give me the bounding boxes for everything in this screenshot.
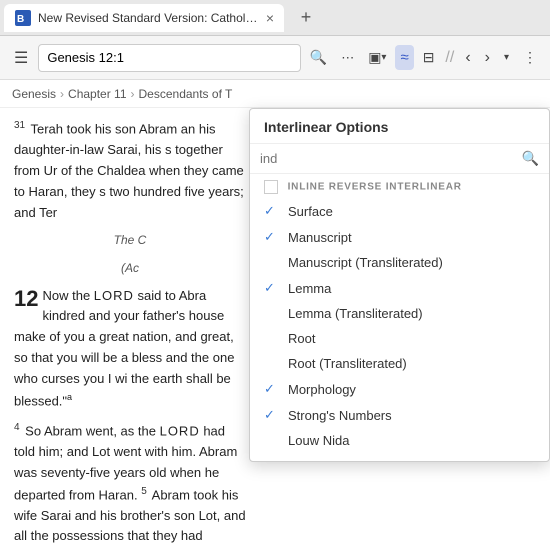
option-lemma[interactable]: ✓ Lemma <box>250 275 549 301</box>
verse-12-1: 12 Now the Lord said to Abra kindred and… <box>14 286 246 412</box>
verse-num-5: 5 <box>141 486 147 497</box>
check-icon-strongs: ✓ <box>264 407 280 423</box>
tab-bar: B New Revised Standard Version: Catholic… <box>0 0 550 36</box>
forward-icon: › <box>485 49 490 67</box>
verse-31: 31 Terah took his son Abram an his daugh… <box>14 118 246 223</box>
search-button[interactable]: 🔍 <box>305 45 332 70</box>
option-manuscript-trans[interactable]: Manuscript (Transliterated) <box>250 250 549 275</box>
check-icon-morphology: ✓ <box>264 381 280 397</box>
interlinear-icon: ≈ <box>400 49 408 66</box>
options-list: ✓ Surface ✓ Manuscript Manuscript (Translite… <box>250 198 549 453</box>
option-root-trans[interactable]: Root (Transliterated) <box>250 351 549 376</box>
breadcrumb-sep2: › <box>131 87 135 101</box>
option-label-morphology: Morphology <box>288 382 535 397</box>
check-icon-lemma: ✓ <box>264 280 280 296</box>
dropdown-title: Interlinear Options <box>250 109 549 144</box>
new-tab-button[interactable]: + <box>292 4 320 32</box>
lord-text-2: Lord <box>160 423 200 438</box>
share-button[interactable]: ⋯ <box>336 46 359 70</box>
option-surface[interactable]: ✓ Surface <box>250 198 549 224</box>
share-icon: ⋯ <box>341 50 354 66</box>
toolbar-divider: // <box>445 49 454 67</box>
search-row: 🔍 <box>250 144 549 174</box>
option-louw-nida[interactable]: Louw Nida <box>250 428 549 453</box>
menu-button[interactable]: ☰ <box>8 44 34 72</box>
option-manuscript[interactable]: ✓ Manuscript <box>250 224 549 250</box>
option-label-lemma-trans: Lemma (Transliterated) <box>288 306 535 321</box>
dropdown-search-input[interactable] <box>260 151 516 166</box>
option-label-manuscript: Manuscript <box>288 230 535 245</box>
breadcrumb-genesis[interactable]: Genesis <box>12 87 56 101</box>
chevron-down-icon: ▾ <box>381 52 386 63</box>
option-label-manuscript-trans: Manuscript (Transliterated) <box>288 255 535 270</box>
footnote-a: a <box>67 392 72 402</box>
verse-num-31: 31 <box>14 120 25 131</box>
section-checkbox <box>264 180 278 194</box>
chevron-icon: ▾ <box>504 52 509 63</box>
option-lemma-trans[interactable]: Lemma (Transliterated) <box>250 301 549 326</box>
option-label-lemma: Lemma <box>288 281 535 296</box>
check-icon-surface: ✓ <box>264 203 280 219</box>
option-label-surface: Surface <box>288 204 535 219</box>
tab-favicon: B <box>14 9 32 27</box>
breadcrumb-chapter[interactable]: Chapter 11 <box>68 87 126 101</box>
toolbar: ☰ 🔍 ⋯ ▣ ▾ ≈ ⊟ // ‹ › ▾ ⋮ <box>0 36 550 80</box>
chapter-heading-1: The C <box>14 231 246 250</box>
breadcrumb-section[interactable]: Descendants of T <box>139 87 233 101</box>
columns-button[interactable]: ⊟ <box>418 45 440 70</box>
verse-num-4: 4 <box>14 422 20 433</box>
breadcrumb: Genesis › Chapter 11 › Descendants of T <box>0 80 550 108</box>
search-icon: 🔍 <box>310 49 327 66</box>
address-bar[interactable] <box>38 44 300 72</box>
back-icon: ‹ <box>465 49 470 67</box>
option-label-louw-nida: Louw Nida <box>288 433 535 448</box>
option-morphology[interactable]: ✓ Morphology <box>250 376 549 402</box>
option-label-root-trans: Root (Transliterated) <box>288 356 535 371</box>
view-button[interactable]: ▣ ▾ <box>363 45 391 70</box>
verse-12-4: 4 So Abram went, as the Lord had told hi… <box>14 420 246 548</box>
chevron-down-button[interactable]: ▾ <box>499 48 514 67</box>
back-button[interactable]: ‹ <box>460 45 475 71</box>
view-icon: ▣ <box>368 49 381 66</box>
dropdown-search-icon: 🔍 <box>522 150 539 167</box>
option-label-strongs: Strong's Numbers <box>288 408 535 423</box>
breadcrumb-sep1: › <box>60 87 64 101</box>
chapter-num-12: 12 <box>14 288 38 310</box>
more-button[interactable]: ⋮ <box>518 45 542 70</box>
forward-button[interactable]: › <box>480 45 495 71</box>
option-root[interactable]: Root <box>250 326 549 351</box>
main-area: 31 Terah took his son Abram an his daugh… <box>0 108 550 548</box>
more-icon: ⋮ <box>523 49 537 66</box>
option-strongs[interactable]: ✓ Strong's Numbers <box>250 402 549 428</box>
check-icon-manuscript: ✓ <box>264 229 280 245</box>
bible-pane: 31 Terah took his son Abram an his daugh… <box>0 108 260 548</box>
svg-text:B: B <box>17 14 24 25</box>
option-label-root: Root <box>288 331 535 346</box>
active-tab[interactable]: B New Revised Standard Version: Catholic… <box>4 4 284 32</box>
tab-title: New Revised Standard Version: Catholic E… <box>38 11 260 25</box>
columns-icon: ⊟ <box>423 49 435 66</box>
lord-text: Lord <box>94 288 134 303</box>
interlinear-button[interactable]: ≈ <box>395 45 413 70</box>
tab-close-button[interactable]: × <box>266 10 274 26</box>
dropdown-footer <box>250 453 549 461</box>
section-label: INLINE REVERSE INTERLINEAR <box>250 174 549 198</box>
chapter-heading-2: (Ac <box>14 259 246 278</box>
interlinear-options-dropdown: Interlinear Options 🔍 INLINE REVERSE INT… <box>249 108 550 462</box>
